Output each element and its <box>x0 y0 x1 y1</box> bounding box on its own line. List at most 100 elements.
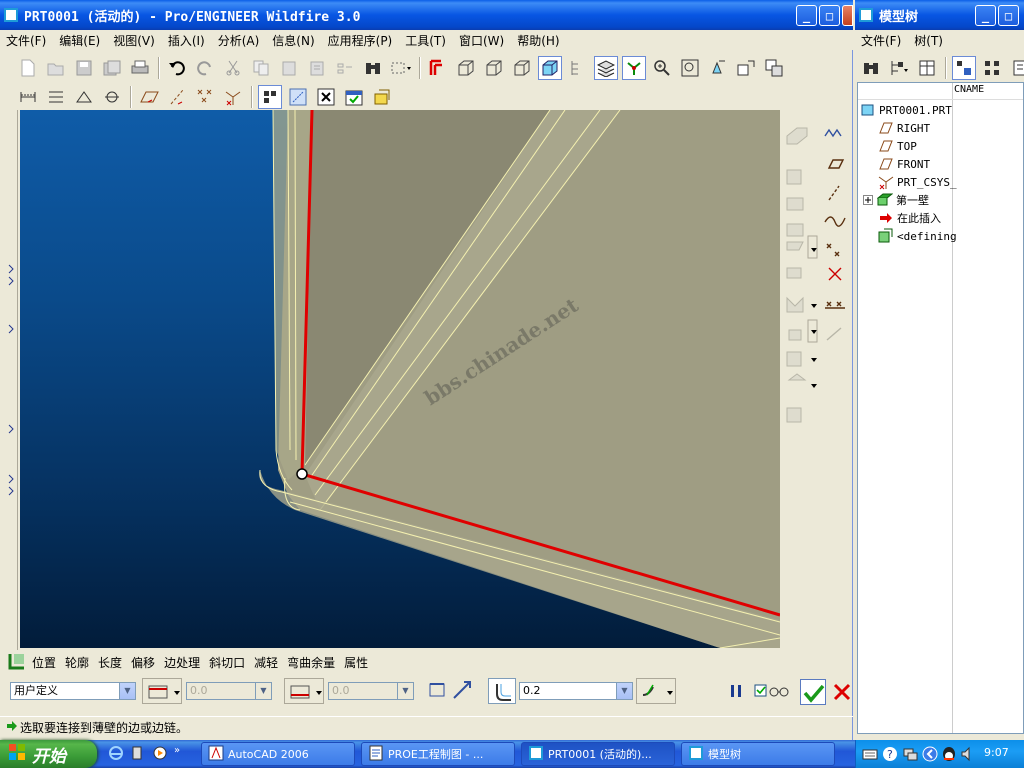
tab-edge-treatment[interactable]: 边处理 <box>164 654 200 671</box>
length2-type-button[interactable] <box>284 678 324 704</box>
length2-input[interactable]: 0.0 ▼ <box>328 682 414 700</box>
bend-radius-input[interactable]: 0.2 ▼ <box>519 682 633 700</box>
cut-icon[interactable] <box>221 56 245 80</box>
dimension-icon[interactable] <box>16 85 40 109</box>
menu-view[interactable]: 视图(V) <box>113 32 155 49</box>
menu-applications[interactable]: 应用程序(P) <box>328 32 393 49</box>
keyboard-icon[interactable] <box>862 746 878 765</box>
layers-icon[interactable] <box>594 56 618 80</box>
tray-collapse-icon[interactable] <box>922 745 938 766</box>
sheetmetal-wall-icon[interactable] <box>258 85 282 109</box>
task-proe-drawing[interactable]: PROE工程制图 - ... <box>361 742 515 766</box>
preview-toggle[interactable] <box>754 683 790 699</box>
new-file-icon[interactable] <box>16 56 40 80</box>
main-titlebar[interactable]: PRT0001 (活动的) - Pro/ENGINEER Wildfire 3.… <box>0 0 853 30</box>
tree-filter-icon[interactable] <box>952 56 976 80</box>
confirm-button[interactable] <box>800 679 826 705</box>
select-box-icon[interactable] <box>389 56 413 80</box>
show-tree-icon[interactable] <box>887 56 911 80</box>
tab-profile[interactable]: 轮廓 <box>65 654 89 671</box>
menu-window[interactable]: 窗口(W) <box>459 32 504 49</box>
help-icon[interactable]: ? <box>882 746 898 765</box>
no-hidden-icon[interactable] <box>510 56 534 80</box>
datum-axis-display-icon[interactable] <box>165 85 189 109</box>
view-manager-icon[interactable] <box>762 56 786 80</box>
length1-input[interactable]: 0.0 ▼ <box>186 682 272 700</box>
columns-icon[interactable] <box>915 56 939 80</box>
tree-menu-tree[interactable]: 树(T) <box>914 32 943 49</box>
datum-point-display-icon[interactable] <box>193 85 217 109</box>
length1-type-button[interactable] <box>142 678 182 704</box>
feature-edit-icon[interactable] <box>370 85 394 109</box>
menu-info[interactable]: 信息(N) <box>272 32 314 49</box>
repaint-icon[interactable] <box>426 56 450 80</box>
paste-icon[interactable] <box>277 56 301 80</box>
bend-radius-side-button[interactable] <box>488 678 516 704</box>
tree-minimize-button[interactable]: _ <box>975 5 996 26</box>
tree-item-defining[interactable]: <defining <box>878 227 957 245</box>
find-icon[interactable] <box>361 56 385 80</box>
tree-item-insert-here[interactable]: 在此插入 <box>878 209 941 227</box>
bend-table-icon[interactable] <box>44 85 68 109</box>
maximize-button[interactable]: □ <box>819 5 840 26</box>
tab-properties[interactable]: 属性 <box>344 654 368 671</box>
flange-icon[interactable] <box>286 85 310 109</box>
datum-plane-display-icon[interactable] <box>137 85 161 109</box>
task-model-tree[interactable]: 模型树 <box>681 742 835 766</box>
menu-analysis[interactable]: 分析(A) <box>218 32 260 49</box>
graphics-viewport[interactable]: bbs.chinade.net <box>20 110 780 648</box>
model-tree-icon[interactable] <box>566 56 590 80</box>
find-icon[interactable] <box>859 56 883 80</box>
tree-menu-file[interactable]: 文件(F) <box>861 32 901 49</box>
expand-icon[interactable] <box>980 56 1004 80</box>
close-button[interactable] <box>842 5 853 26</box>
redo-icon[interactable] <box>193 56 217 80</box>
spin-center-icon[interactable] <box>622 56 646 80</box>
save-copy-icon[interactable] <box>100 56 124 80</box>
menu-file[interactable]: 文件(F) <box>6 32 46 49</box>
network-icon[interactable] <box>902 746 918 765</box>
flange-type-select[interactable]: 用户定义 ▼ <box>10 682 136 700</box>
zoom-in-icon[interactable] <box>650 56 674 80</box>
task-prt0001[interactable]: PRT0001 (活动的)... <box>521 742 675 766</box>
menu-help[interactable]: 帮助(H) <box>517 32 559 49</box>
window-activate-icon[interactable] <box>342 85 366 109</box>
csys-display-icon[interactable] <box>221 85 245 109</box>
print-icon[interactable] <box>128 56 152 80</box>
tree-item-first-wall[interactable]: 第一壁 <box>862 191 929 209</box>
show-desktop-icon[interactable] <box>130 745 146 763</box>
media-player-icon[interactable] <box>152 745 168 763</box>
angle-icon[interactable] <box>72 85 96 109</box>
flip-side-icon[interactable] <box>452 680 472 700</box>
settings-icon[interactable] <box>1008 56 1024 80</box>
clock[interactable]: 9:07 <box>984 746 1009 759</box>
copy-icon[interactable] <box>249 56 273 80</box>
expand-plus-icon[interactable] <box>862 193 874 207</box>
column-header-cname[interactable]: CNAME <box>954 84 984 95</box>
tree-titlebar[interactable]: 模型树 _ □ <box>855 0 1024 30</box>
regenerate-icon[interactable] <box>333 56 357 80</box>
zoom-fit-icon[interactable] <box>678 56 702 80</box>
flip-direction-icon[interactable] <box>428 680 448 700</box>
wireframe-icon[interactable] <box>454 56 478 80</box>
paste-special-icon[interactable] <box>305 56 329 80</box>
ie-icon[interactable] <box>108 745 124 763</box>
shading-icon[interactable] <box>538 56 562 80</box>
start-button[interactable]: 开始 <box>0 740 97 768</box>
delete-icon[interactable] <box>314 85 338 109</box>
menu-insert[interactable]: 插入(I) <box>168 32 205 49</box>
volume-icon[interactable] <box>960 745 976 766</box>
bend-dimension-button[interactable] <box>636 678 676 704</box>
tab-bend-allowance[interactable]: 弯曲余量 <box>287 654 335 671</box>
tree-maximize-button[interactable]: □ <box>998 5 1019 26</box>
expand-quicklaunch-icon[interactable]: » <box>174 745 180 763</box>
menu-edit[interactable]: 编辑(E) <box>59 32 100 49</box>
reorient-icon[interactable] <box>706 56 730 80</box>
tab-offset[interactable]: 偏移 <box>131 654 155 671</box>
hidden-line-icon[interactable] <box>482 56 506 80</box>
tree-item-front[interactable]: FRONT <box>878 155 930 173</box>
tab-miter-cuts[interactable]: 斜切口 <box>209 654 245 671</box>
undo-icon[interactable] <box>165 56 189 80</box>
open-file-icon[interactable] <box>44 56 68 80</box>
tree-item-right[interactable]: RIGHT <box>878 119 930 137</box>
